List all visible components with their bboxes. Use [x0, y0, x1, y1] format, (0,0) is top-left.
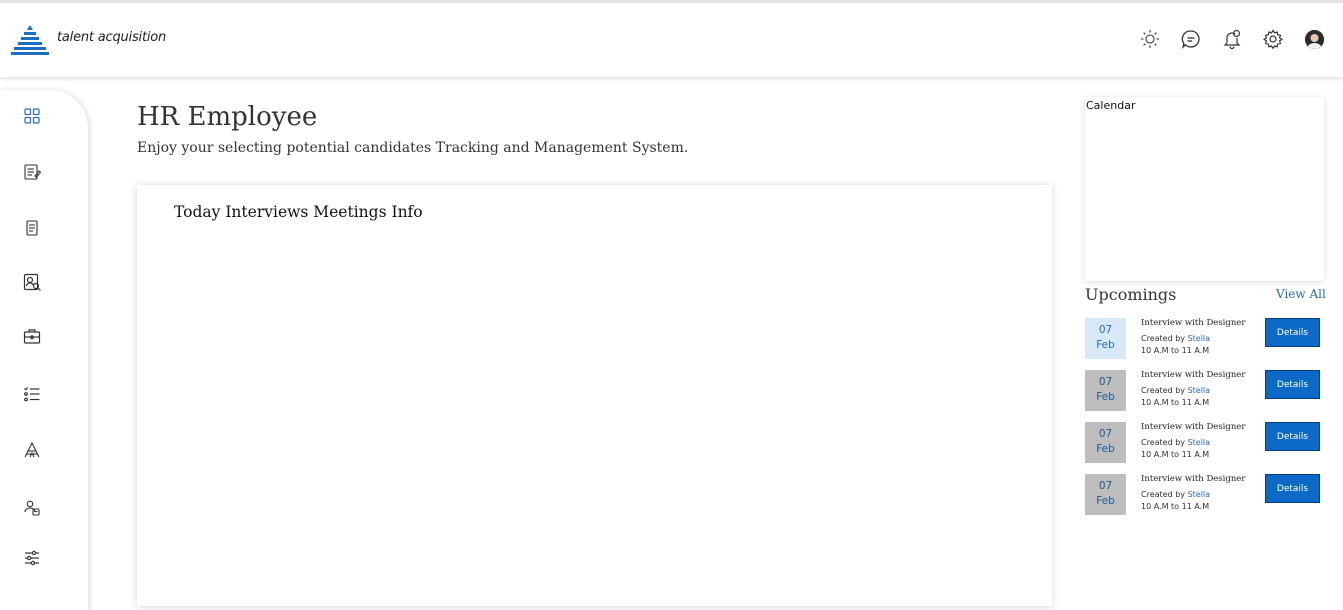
top-header: talent acquisition: [0, 3, 1343, 77]
event-day: 07: [1098, 376, 1113, 388]
event-created: Created by Stella: [1141, 334, 1210, 343]
event-created: Created by Stella: [1141, 490, 1210, 499]
event-date: 07 Feb: [1085, 318, 1126, 359]
event-month: Feb: [1096, 495, 1115, 507]
upcomings-title: Upcomings: [1085, 285, 1177, 304]
created-prefix: Created by: [1141, 438, 1186, 447]
event-title: Interview with Designer: [1141, 318, 1246, 328]
sun-icon[interactable]: [1139, 28, 1161, 50]
event-item: 07 Feb Interview with Designer Created b…: [1085, 370, 1325, 412]
event-month: Feb: [1096, 339, 1115, 351]
event-day: 07: [1098, 480, 1113, 492]
created-by[interactable]: Stella: [1188, 490, 1210, 499]
event-item: 07 Feb Interview with Designer Created b…: [1085, 422, 1325, 464]
interviews-card: Today Interviews Meetings Info: [137, 185, 1052, 606]
document-icon[interactable]: [22, 218, 42, 238]
candidate-search-icon[interactable]: [22, 272, 42, 292]
event-month: Feb: [1096, 443, 1115, 455]
event-time: 10 A.M to 11 A.M: [1141, 398, 1210, 407]
card-title: Today Interviews Meetings Info: [174, 203, 423, 221]
created-by[interactable]: Stella: [1188, 438, 1210, 447]
event-title: Interview with Designer: [1141, 474, 1246, 484]
event-date: 07 Feb: [1085, 422, 1126, 463]
sidebar: [0, 90, 88, 610]
event-date: 07 Feb: [1085, 370, 1126, 411]
event-day: 07: [1098, 428, 1113, 440]
event-time: 10 A.M to 11 A.M: [1141, 346, 1210, 355]
event-item: 07 Feb Interview with Designer Created b…: [1085, 318, 1325, 360]
bell-icon[interactable]: [1221, 28, 1243, 50]
event-day: 07: [1098, 324, 1113, 336]
calendar-label: Calendar: [1086, 99, 1136, 112]
calendar-widget[interactable]: Calendar: [1085, 97, 1324, 281]
created-by[interactable]: Stella: [1188, 386, 1210, 395]
interview-icon[interactable]: [22, 440, 42, 460]
dashboard-icon[interactable]: [22, 106, 42, 126]
pyramid-logo-icon[interactable]: [10, 24, 50, 56]
created-by[interactable]: Stella: [1188, 334, 1210, 343]
event-title: Interview with Designer: [1141, 422, 1246, 432]
avatar[interactable]: [1305, 30, 1324, 49]
gear-icon[interactable]: [1262, 28, 1284, 50]
briefcase-icon[interactable]: [22, 326, 42, 346]
view-all-link[interactable]: View All: [1276, 287, 1326, 301]
event-created: Created by Stella: [1141, 386, 1210, 395]
page-title: HR Employee: [137, 102, 318, 132]
event-time: 10 A.M to 11 A.M: [1141, 502, 1210, 511]
page-subtitle: Enjoy your selecting potential candidate…: [137, 140, 689, 156]
chat-icon[interactable]: [1180, 28, 1202, 50]
details-button[interactable]: Details: [1265, 318, 1320, 347]
event-item: 07 Feb Interview with Designer Created b…: [1085, 474, 1325, 516]
details-button[interactable]: Details: [1265, 422, 1320, 451]
brand-name: talent acquisition: [57, 30, 167, 45]
event-date: 07 Feb: [1085, 474, 1126, 515]
event-month: Feb: [1096, 391, 1115, 403]
created-prefix: Created by: [1141, 490, 1186, 499]
event-title: Interview with Designer: [1141, 370, 1246, 380]
employee-icon[interactable]: [22, 498, 42, 518]
event-time: 10 A.M to 11 A.M: [1141, 450, 1210, 459]
settings-sliders-icon[interactable]: [22, 548, 42, 568]
details-button[interactable]: Details: [1265, 370, 1320, 399]
event-created: Created by Stella: [1141, 438, 1210, 447]
checklist-icon[interactable]: [22, 384, 42, 404]
requisition-icon[interactable]: [22, 162, 42, 182]
created-prefix: Created by: [1141, 386, 1186, 395]
details-button[interactable]: Details: [1265, 474, 1320, 503]
created-prefix: Created by: [1141, 334, 1186, 343]
